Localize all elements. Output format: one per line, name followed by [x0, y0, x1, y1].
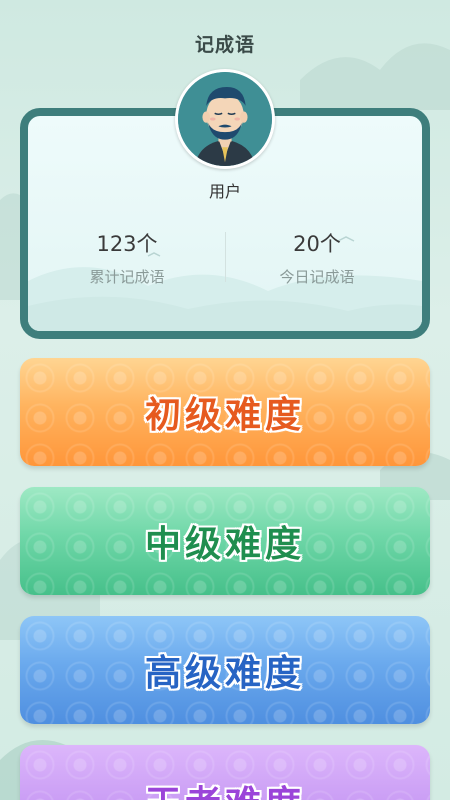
level-king-label: 王者难度: [145, 775, 305, 800]
stat-today-label: 今日记成语: [279, 268, 355, 286]
stat-total-value: 123个: [96, 232, 158, 256]
level-beginner-button[interactable]: 初级难度: [20, 358, 430, 466]
level-beginner-label: 初级难度: [144, 394, 305, 436]
avatar-man-icon: [178, 72, 272, 166]
username: 用户: [208, 182, 241, 201]
level-intermediate-label: 中级难度: [144, 523, 305, 565]
page-title: 记成语: [194, 34, 255, 56]
stat-today-value: 20个: [293, 232, 341, 256]
level-intermediate-button[interactable]: 中级难度: [20, 487, 430, 595]
level-advanced-label: 高级难度: [144, 652, 305, 694]
level-king-button[interactable]: 王者难度: [20, 745, 430, 800]
level-advanced-button[interactable]: 高级难度: [20, 616, 430, 724]
user-avatar[interactable]: [175, 69, 275, 169]
stat-total-label: 累计记成语: [89, 268, 165, 286]
stat-total: 123个 累计记成语: [32, 228, 222, 287]
stat-today: 20个 今日记成语: [222, 228, 412, 287]
